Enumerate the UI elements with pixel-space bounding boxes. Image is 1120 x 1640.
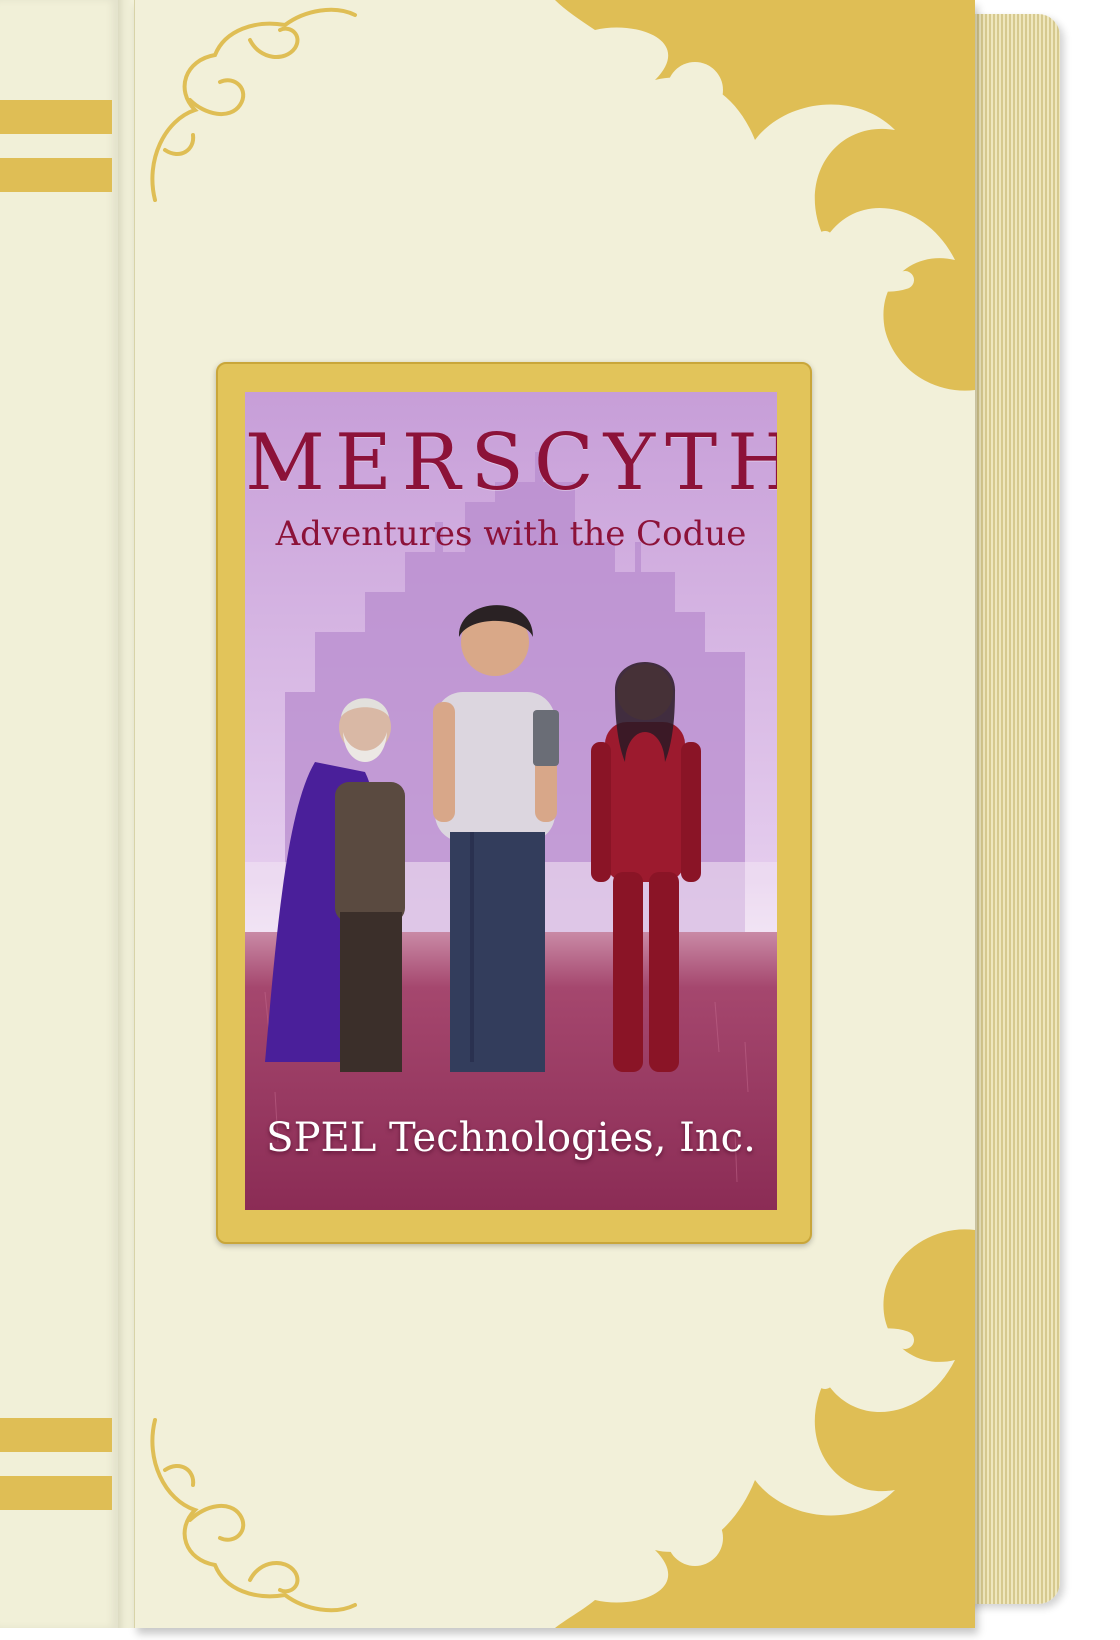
book-subtitle: Adventures with the Codue [275, 514, 747, 554]
cover-art[interactable]: MERSCYTHE Adventures with the Codue SPEL… [245, 392, 777, 1210]
spine-band [0, 1418, 112, 1452]
book-title: MERSCYTHE [245, 418, 777, 508]
page-edges [965, 14, 1060, 1604]
book-spine [0, 0, 118, 1628]
book-publisher: SPEL Technologies, Inc. [266, 1115, 756, 1161]
spine-band [0, 100, 112, 134]
spine-band [0, 1476, 112, 1510]
book-page: MERSCYTHE Adventures with the Codue SPEL… [0, 0, 1120, 1640]
spine-hinge [118, 0, 134, 1628]
spine-band [0, 158, 112, 192]
